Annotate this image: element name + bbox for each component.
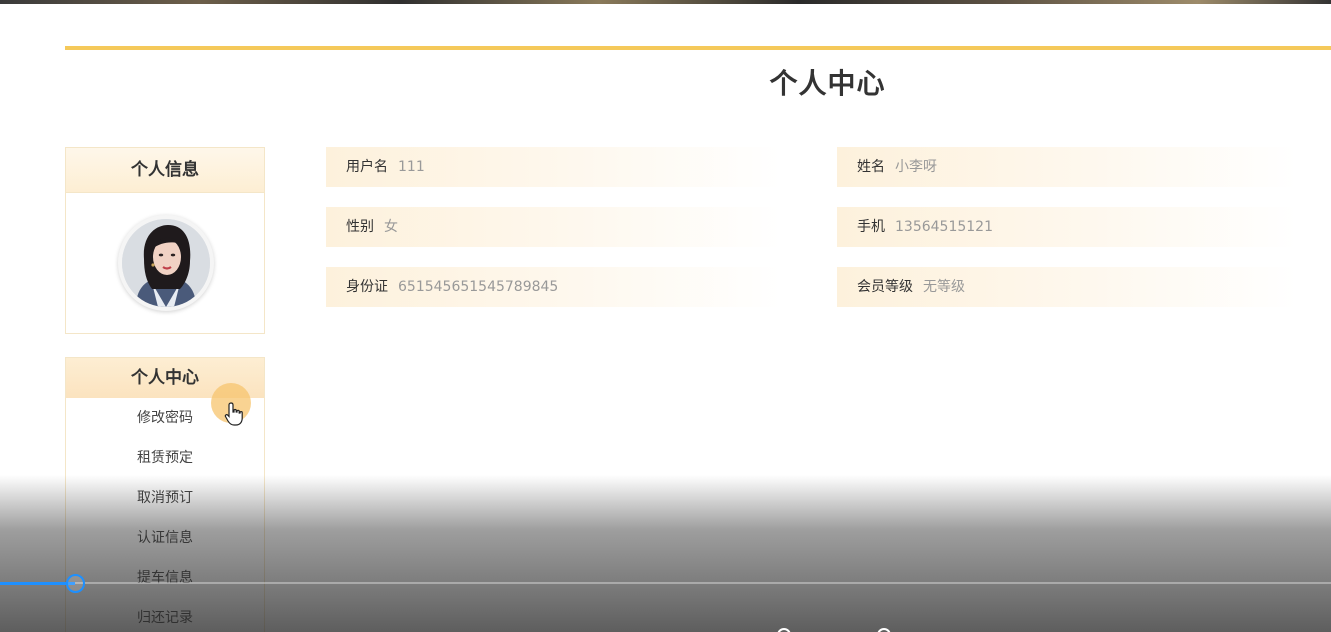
personal-info-card: 个人信息: [65, 147, 265, 334]
video-progress-fill: [0, 582, 75, 585]
field-id-card: 身份证 651545651545789845: [326, 267, 781, 307]
field-gender-value: 女: [384, 219, 398, 235]
menu-item-verification-info[interactable]: 认证信息: [66, 518, 264, 558]
field-name-value: 小李呀: [895, 159, 937, 175]
field-member-level-label: 会员等级: [857, 279, 913, 295]
field-name: 姓名 小李呀: [837, 147, 1297, 187]
field-username-label: 用户名: [346, 159, 388, 175]
menu-item-cancel-booking[interactable]: 取消预订: [66, 478, 264, 518]
header-divider: [65, 46, 1331, 50]
field-id-card-label: 身份证: [346, 279, 388, 295]
field-id-card-value: 651545651545789845: [398, 279, 559, 295]
field-gender-label: 性别: [346, 219, 374, 235]
field-username-value: 111: [398, 159, 425, 175]
menu-item-pickup-info[interactable]: 提车信息: [66, 558, 264, 598]
field-phone: 手机 13564515121: [837, 207, 1297, 247]
hand-pointer-icon: [224, 402, 243, 426]
field-phone-label: 手机: [857, 219, 885, 235]
menu-item-return-records[interactable]: 归还记录: [66, 598, 264, 632]
player-control-icon[interactable]: [877, 628, 891, 632]
field-name-label: 姓名: [857, 159, 885, 175]
field-member-level-value: 无等级: [923, 279, 965, 295]
personal-info-title: 个人信息: [66, 148, 264, 193]
field-member-level: 会员等级 无等级: [837, 267, 1297, 307]
video-progress-handle[interactable]: [66, 574, 85, 593]
field-phone-value: 13564515121: [895, 219, 993, 235]
avatar: [118, 215, 214, 311]
player-control-icon[interactable]: [777, 628, 791, 632]
video-progress-track[interactable]: [0, 582, 1331, 584]
top-banner-image: [0, 0, 1331, 4]
page-title: 个人中心: [769, 67, 886, 100]
menu-item-rental-booking[interactable]: 租赁预定: [66, 438, 264, 478]
avatar-image: [122, 219, 210, 307]
field-gender: 性别女: [326, 207, 781, 247]
field-username: 用户名 111: [326, 147, 781, 187]
